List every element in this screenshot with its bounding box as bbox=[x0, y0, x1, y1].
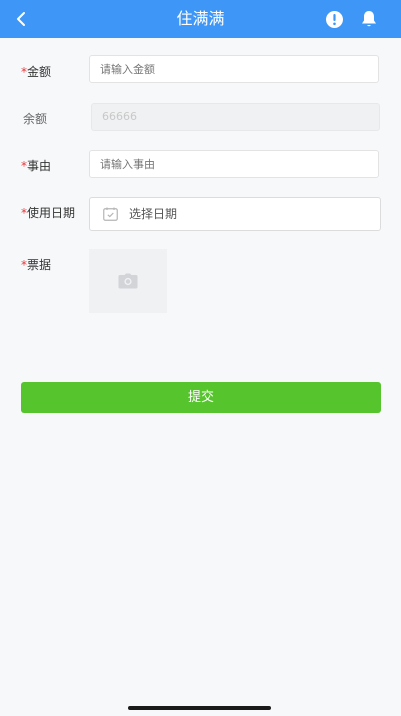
amount-input[interactable] bbox=[89, 55, 379, 83]
reason-input[interactable] bbox=[89, 150, 379, 178]
use-date-label: *使用日期 bbox=[21, 206, 76, 220]
reason-label: *事由 bbox=[21, 159, 52, 173]
date-picker[interactable]: 选择日期 bbox=[89, 197, 381, 231]
receipt-label: *票据 bbox=[21, 258, 52, 272]
bell-icon bbox=[362, 11, 376, 27]
calendar-icon bbox=[103, 207, 118, 221]
receipt-upload-button[interactable] bbox=[89, 249, 167, 313]
balance-label: 余额 bbox=[23, 112, 48, 126]
app-header: 住满满 bbox=[0, 0, 401, 38]
submit-button[interactable]: 提交 bbox=[21, 382, 381, 413]
date-placeholder: 选择日期 bbox=[129, 207, 178, 221]
alert-circle-icon bbox=[326, 11, 343, 28]
notification-button[interactable] bbox=[359, 9, 379, 29]
camera-icon bbox=[118, 273, 138, 289]
alert-button[interactable] bbox=[325, 10, 344, 29]
amount-label: *金额 bbox=[21, 65, 52, 79]
home-indicator bbox=[128, 706, 271, 710]
balance-field: 66666 bbox=[91, 103, 380, 131]
